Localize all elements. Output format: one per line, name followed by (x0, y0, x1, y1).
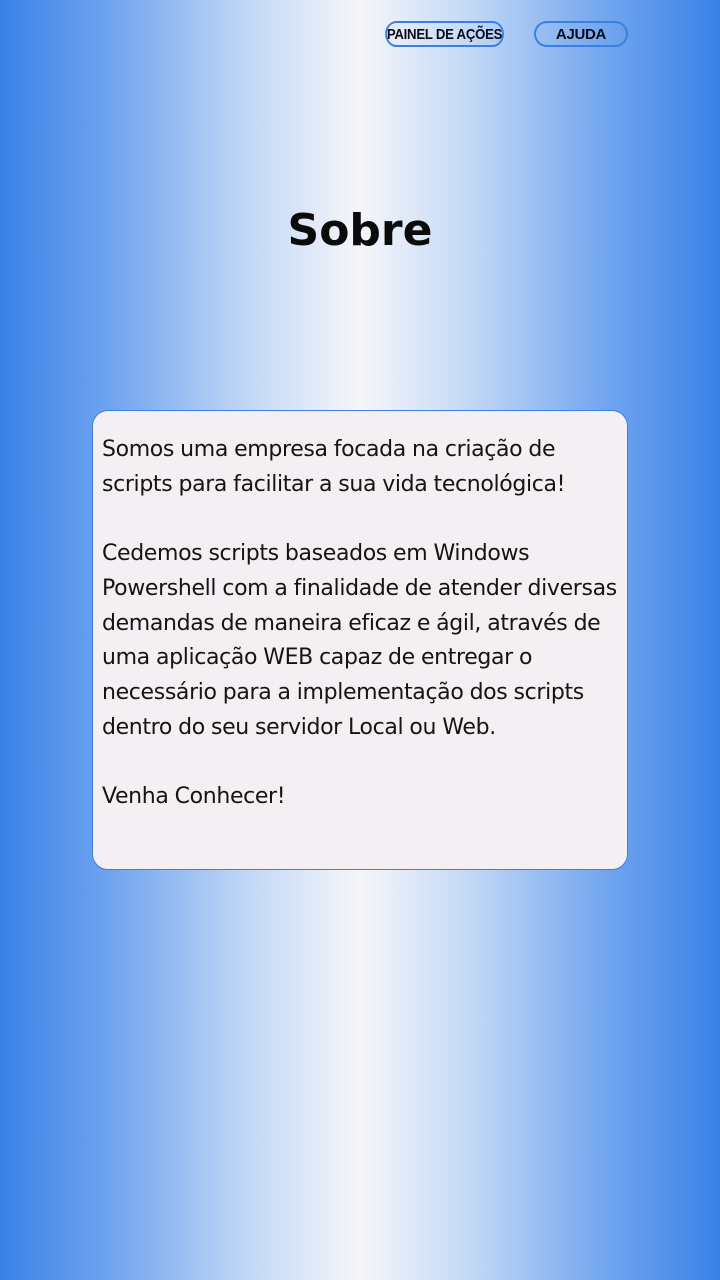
ajuda-button[interactable]: AJUDA (534, 21, 628, 47)
top-nav: PAINEL DE AÇÕES AJUDA (0, 21, 720, 51)
about-paragraph-description: Cedemos scripts baseados em Windows Powe… (102, 541, 617, 740)
about-paragraph-intro: Somos uma empresa focada na criação de s… (102, 437, 566, 497)
about-card: Somos uma empresa focada na criação de s… (92, 410, 628, 870)
about-paragraph-cta: Venha Conhecer! (102, 784, 286, 809)
painel-de-acoes-button[interactable]: PAINEL DE AÇÕES (385, 21, 504, 47)
page-title: Sobre (287, 205, 433, 256)
